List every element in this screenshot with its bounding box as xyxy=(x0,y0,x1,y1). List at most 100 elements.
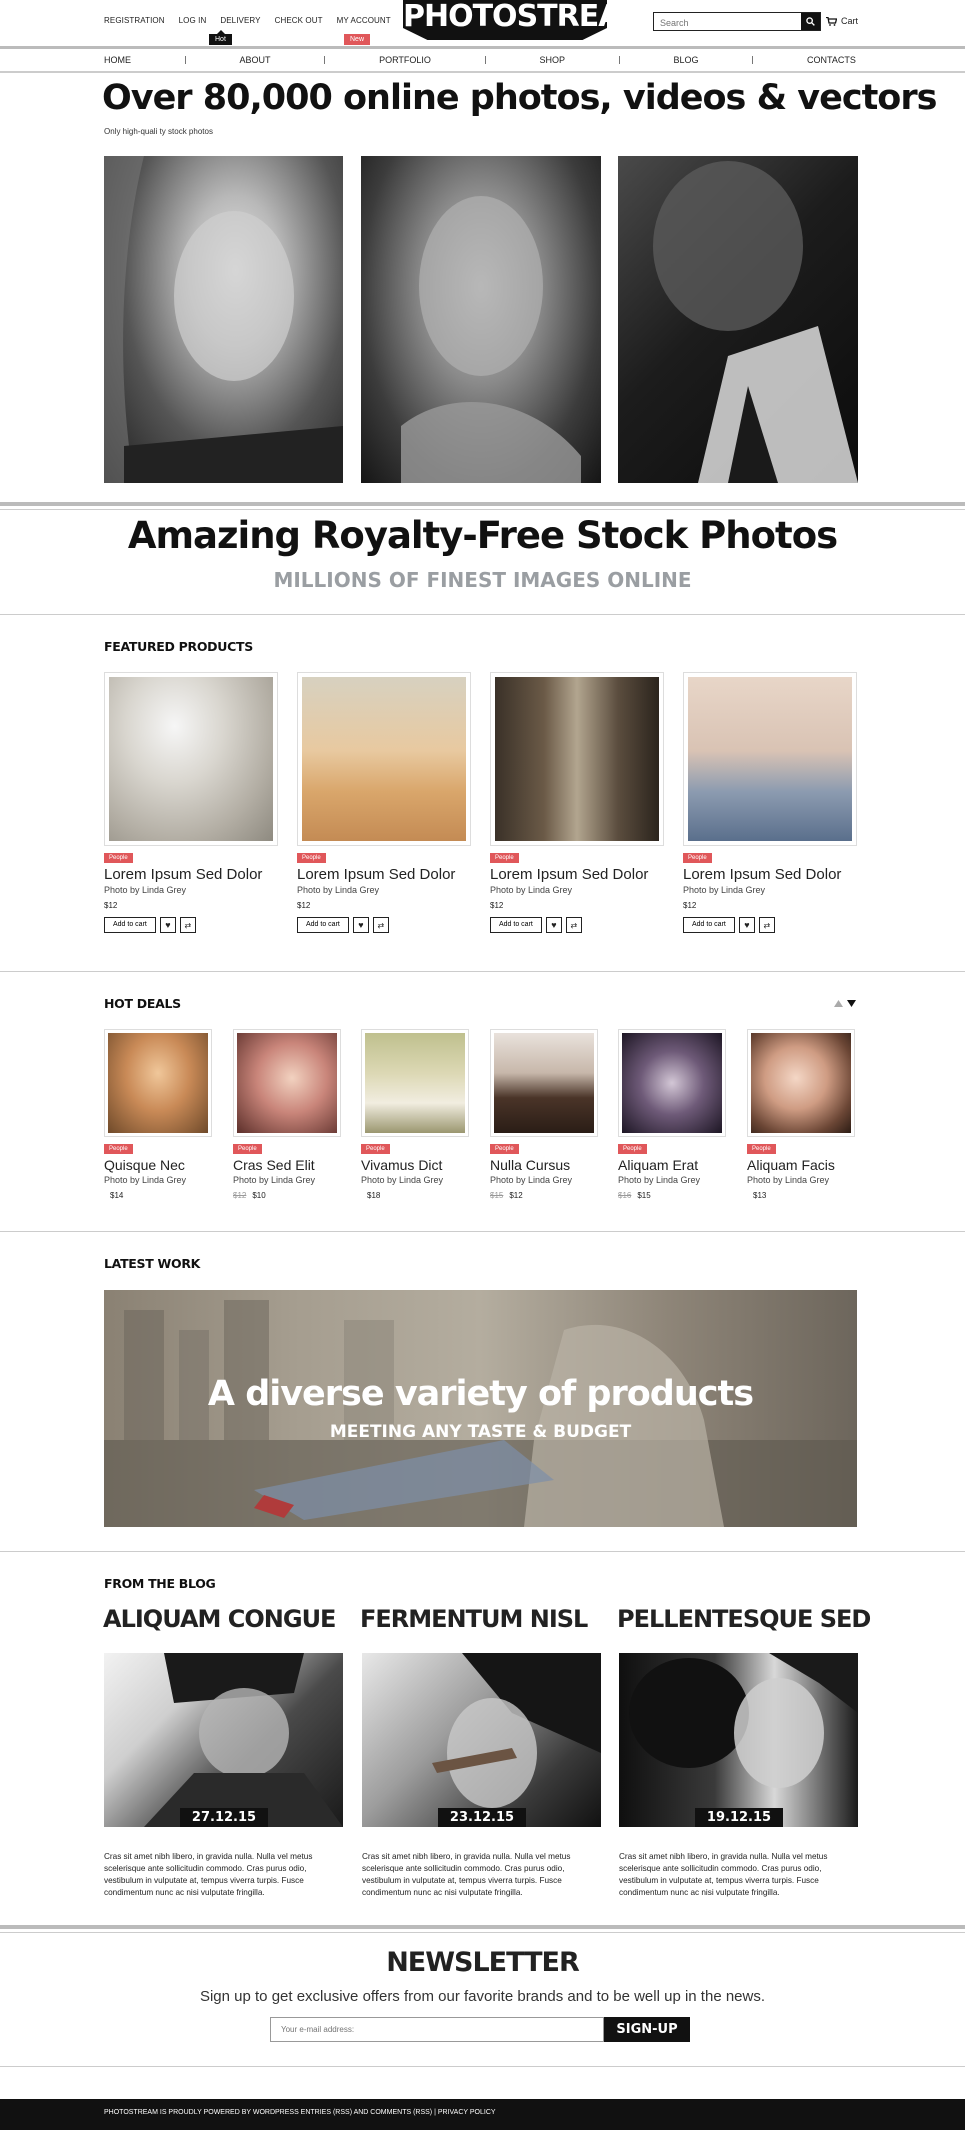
latest-work-banner[interactable]: A diverse variety of products MEETING AN… xyxy=(104,1290,857,1527)
product-image-frame[interactable] xyxy=(104,672,278,846)
deal-tag[interactable]: People xyxy=(490,1144,519,1154)
add-to-cart-button[interactable]: Add to cart xyxy=(104,917,156,933)
deal-name[interactable]: Vivamus Dict xyxy=(361,1157,469,1173)
product-name[interactable]: Lorem Ipsum Sed Dolor xyxy=(490,866,664,883)
blog-post-image[interactable]: 19.12.15 xyxy=(619,1653,858,1827)
divider xyxy=(0,971,965,972)
blog-post-title[interactable]: ALIQUAM CONGUE xyxy=(103,1605,336,1633)
deal-price: $14 xyxy=(110,1191,124,1200)
deal-tag[interactable]: People xyxy=(233,1144,262,1154)
hero-subtitle: Only high-quali ty stock photos xyxy=(104,127,213,136)
product-tag[interactable]: People xyxy=(683,853,712,863)
nav-contacts[interactable]: CONTACTS xyxy=(807,55,856,65)
compare-button[interactable]: ⇄ xyxy=(565,917,582,933)
add-to-cart-button[interactable]: Add to cart xyxy=(297,917,349,933)
registration-link[interactable]: Registration xyxy=(104,16,165,25)
deal-tag[interactable]: People xyxy=(747,1144,776,1154)
site-logo[interactable]: PHOTOSTREAM xyxy=(403,0,607,40)
search-button[interactable] xyxy=(801,13,820,30)
deal-name[interactable]: Aliquam Erat xyxy=(618,1157,726,1173)
blog-post-title[interactable]: FERMENTUM NISL xyxy=(360,1605,588,1633)
hero-photo-1[interactable] xyxy=(104,156,343,483)
product-name[interactable]: Lorem Ipsum Sed Dolor xyxy=(683,866,857,883)
deal-price-row: $12 $10 xyxy=(233,1191,341,1200)
product-image-frame[interactable] xyxy=(490,672,664,846)
deal-image-frame[interactable] xyxy=(233,1029,341,1137)
deal-name[interactable]: Aliquam Facis xyxy=(747,1157,855,1173)
product-name[interactable]: Lorem Ipsum Sed Dolor xyxy=(104,866,278,883)
product-name[interactable]: Lorem Ipsum Sed Dolor xyxy=(297,866,471,883)
deal-price: $18 xyxy=(367,1191,381,1200)
promo-subtitle: MILLIONS OF FINEST IMAGES ONLINE xyxy=(273,568,692,592)
deal-image xyxy=(365,1033,465,1133)
email-input[interactable] xyxy=(270,2017,604,2042)
deal-image-frame[interactable] xyxy=(618,1029,726,1137)
deal-image xyxy=(751,1033,851,1133)
nav-separator xyxy=(484,56,486,64)
deal-image-frame[interactable] xyxy=(104,1029,212,1137)
divider xyxy=(0,509,965,510)
deal-card: People Vivamus Dict Photo by Linda Grey … xyxy=(361,1029,469,1200)
cart-link[interactable]: Cart xyxy=(826,16,858,26)
add-to-cart-button[interactable]: Add to cart xyxy=(683,917,735,933)
blog-post-image[interactable]: 23.12.15 xyxy=(362,1653,601,1827)
deal-image xyxy=(494,1033,594,1133)
deal-tag[interactable]: People xyxy=(361,1144,390,1154)
divider xyxy=(0,502,965,506)
deal-author: Photo by Linda Grey xyxy=(747,1175,830,1185)
deal-name[interactable]: Cras Sed Elit xyxy=(233,1157,341,1173)
delivery-link[interactable]: Delivery xyxy=(220,16,260,25)
nav-blog[interactable]: BLOG xyxy=(674,55,699,65)
deal-price: $15 xyxy=(637,1191,651,1200)
compare-button[interactable]: ⇄ xyxy=(179,917,196,933)
deal-tag[interactable]: People xyxy=(618,1144,647,1154)
banner-title: A diverse variety of products xyxy=(207,1374,754,1414)
wishlist-button[interactable]: ♥ xyxy=(545,917,562,933)
nav-about[interactable]: ABOUT xyxy=(240,55,271,65)
product-tag[interactable]: People xyxy=(104,853,133,863)
deal-old-price: $16 xyxy=(618,1191,632,1200)
signup-button[interactable]: SIGN-UP xyxy=(604,2017,690,2042)
arrow-down-icon[interactable] xyxy=(847,1000,856,1007)
deal-name[interactable]: Nulla Cursus xyxy=(490,1157,598,1173)
nav-home[interactable]: HOME xyxy=(104,55,131,65)
my-account-link[interactable]: My Account xyxy=(337,16,391,25)
product-tag[interactable]: People xyxy=(490,853,519,863)
blog-post-image[interactable]: 27.12.15 xyxy=(104,1653,343,1827)
hot-badge: Hot xyxy=(209,30,232,45)
product-tag[interactable]: People xyxy=(297,853,326,863)
compare-icon: ⇄ xyxy=(570,920,578,930)
nav-portfolio[interactable]: PORTFOLIO xyxy=(379,55,431,65)
deal-card: People Cras Sed Elit Photo by Linda Grey… xyxy=(233,1029,341,1200)
arrow-up-icon[interactable] xyxy=(834,1000,843,1007)
deal-image-frame[interactable] xyxy=(361,1029,469,1137)
deal-image-frame[interactable] xyxy=(490,1029,598,1137)
search-box xyxy=(653,12,821,32)
wishlist-button[interactable]: ♥ xyxy=(159,917,176,933)
latest-work-heading: LATEST WORK xyxy=(104,1256,201,1271)
search-input[interactable] xyxy=(654,14,799,32)
hero-photo-3[interactable] xyxy=(618,156,858,483)
compare-button[interactable]: ⇄ xyxy=(758,917,775,933)
add-to-cart-button[interactable]: Add to cart xyxy=(490,917,542,933)
login-link[interactable]: Log In xyxy=(179,16,207,25)
wishlist-button[interactable]: ♥ xyxy=(738,917,755,933)
wishlist-button[interactable]: ♥ xyxy=(352,917,369,933)
deal-card: People Aliquam Facis Photo by Linda Grey… xyxy=(747,1029,855,1200)
product-image xyxy=(109,677,273,841)
deal-image-frame[interactable] xyxy=(747,1029,855,1137)
product-image-frame[interactable] xyxy=(297,672,471,846)
footer-text[interactable]: PHOTOSTREAM IS PROUDLY POWERED BY WORDPR… xyxy=(104,2109,496,2116)
compare-button[interactable]: ⇄ xyxy=(372,917,389,933)
heart-icon: ♥ xyxy=(165,920,171,930)
hero-photo-2[interactable] xyxy=(361,156,601,483)
deal-name[interactable]: Quisque Nec xyxy=(104,1157,212,1173)
product-image-frame[interactable] xyxy=(683,672,857,846)
product-author: Photo by Linda Grey xyxy=(104,885,187,895)
deal-tag[interactable]: People xyxy=(104,1144,133,1154)
banner-subtitle: MEETING ANY TASTE & BUDGET xyxy=(329,1422,632,1442)
checkout-link[interactable]: Check Out xyxy=(275,16,323,25)
blog-post-title[interactable]: PELLENTESQUE SED xyxy=(617,1605,871,1633)
blog-heading: FROM THE BLOG xyxy=(104,1576,216,1591)
nav-shop[interactable]: SHOP xyxy=(539,55,565,65)
